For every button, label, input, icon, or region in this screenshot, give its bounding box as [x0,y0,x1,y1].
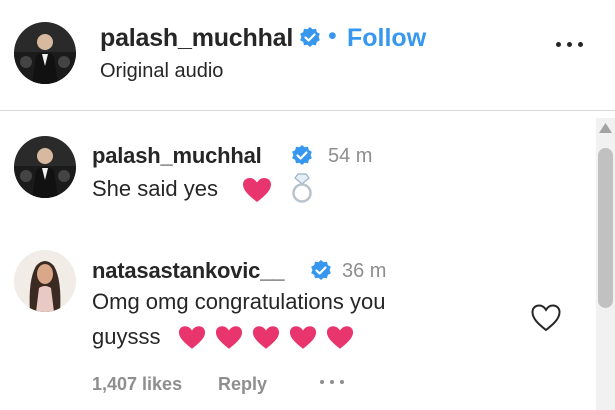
comment-timestamp[interactable]: 36 m [342,260,386,283]
like-heart-icon[interactable] [530,303,562,333]
more-options-icon[interactable] [552,34,588,54]
comment-timestamp[interactable]: 54 m [328,145,372,168]
comment-avatar[interactable] [14,250,76,312]
divider [0,110,615,111]
ring-emoji-icon [292,173,312,203]
verified-badge-icon [300,27,320,47]
comment-text-line-1: Omg omg congratulations you [92,289,386,314]
follow-button[interactable]: Follow [347,24,426,53]
scrollbar-thumb[interactable] [598,148,613,308]
comment-text: She said yes [92,176,218,201]
reply-button[interactable]: Reply [218,374,267,395]
comment-avatar[interactable] [14,136,76,198]
comment-username[interactable]: natasastankovic__ [92,258,284,284]
comment-username[interactable]: palash_muchhal [92,143,262,169]
verified-badge-icon [292,145,312,165]
comment-options-icon[interactable] [318,380,348,388]
header-username[interactable]: palash_muchhal [100,24,293,53]
heart-emoji-icon [252,326,280,349]
heart-emoji-icon [289,326,317,349]
heart-emoji-icon [326,326,354,349]
heart-emoji-icon [178,326,206,349]
header-avatar[interactable] [14,22,76,84]
scroll-up-arrow-icon[interactable] [598,122,613,134]
likes-count[interactable]: 1,407 likes [92,374,182,395]
separator-dot: • [328,22,337,50]
heart-emoji-icon [215,326,243,349]
audio-label[interactable]: Original audio [100,60,223,83]
verified-badge-icon [311,260,331,280]
comment-text-line-2: guysss [92,324,161,349]
red-heart-emoji-icon [243,178,271,202]
